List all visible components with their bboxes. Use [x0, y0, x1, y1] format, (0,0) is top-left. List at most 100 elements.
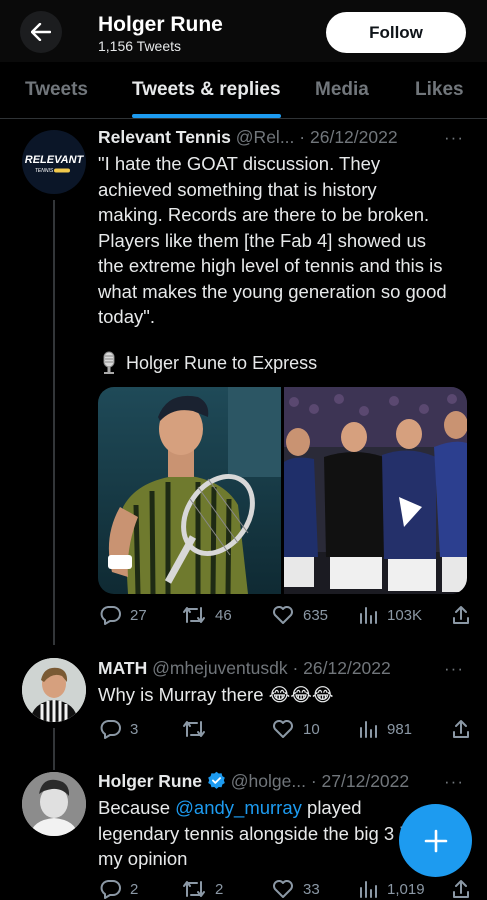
like-count: 635: [303, 606, 329, 624]
comment-icon: [100, 606, 121, 625]
like-count: 33: [303, 880, 320, 898]
mention-link[interactable]: @andy_murray: [175, 797, 302, 818]
avatar-holger-rune[interactable]: [22, 772, 86, 836]
share-button[interactable]: [452, 719, 470, 739]
compose-tweet-button[interactable]: [399, 804, 472, 877]
text-segment: played: [301, 797, 362, 818]
like-button[interactable]: 635: [272, 605, 328, 625]
views-button[interactable]: 103K: [358, 605, 422, 625]
laughing-emojis: 😂😂😂: [268, 684, 334, 705]
analytics-bars-icon: [360, 881, 377, 898]
tweet-text-line: my opinion: [98, 848, 188, 869]
analytics-bars-icon: [360, 721, 377, 738]
author-name[interactable]: MATH: [98, 658, 147, 678]
tweet-text: "I hate the GOAT discussion. They achiev…: [98, 151, 447, 330]
back-button[interactable]: [20, 11, 62, 53]
avatar-relevant-tennis[interactable]: RELEVANT TENNIS: [22, 130, 86, 194]
more-options-button[interactable]: ···: [444, 772, 464, 792]
comment-icon: [100, 880, 121, 899]
author-name[interactable]: Holger Rune: [98, 771, 202, 791]
tweet-text-line: today".: [98, 306, 155, 327]
retweet-count: 2: [215, 880, 224, 898]
svg-text:RELEVANT: RELEVANT: [25, 154, 85, 166]
more-options-button[interactable]: ···: [444, 659, 464, 679]
share-up-icon: [453, 880, 469, 898]
reply-button[interactable]: 3: [100, 719, 138, 739]
tweet-text: Why is Murray there 😂😂😂: [98, 682, 334, 708]
retweet-button[interactable]: 2: [182, 879, 223, 899]
quote-line: Holger Rune to Express: [100, 350, 317, 376]
share-up-icon: [453, 606, 469, 624]
quote-text: Holger Rune to Express: [126, 352, 318, 373]
microphone-icon: [103, 351, 115, 374]
tweet-date[interactable]: · 27/12/2022: [311, 771, 409, 791]
avatar-math[interactable]: [22, 658, 86, 722]
retweet-icon: [183, 607, 205, 623]
like-button[interactable]: 10: [272, 719, 320, 739]
reply-button[interactable]: 27: [100, 605, 147, 625]
comment-icon: [100, 720, 121, 739]
tweet-header: Relevant Tennis @Rel... · 26/12/2022: [98, 127, 398, 148]
profile-tabs: Tweets Tweets & replies Media Likes: [0, 62, 487, 119]
profile-header: Holger Rune 1,156 Tweets Follow: [0, 0, 487, 62]
tweet-date[interactable]: · 26/12/2022: [292, 658, 390, 678]
share-button[interactable]: [452, 879, 470, 899]
views-button[interactable]: 1,019: [358, 879, 425, 899]
tab-tweets[interactable]: Tweets: [25, 79, 88, 101]
avatar-photo: [22, 658, 86, 722]
tweet-media[interactable]: [98, 387, 467, 594]
more-options-button[interactable]: ···: [444, 128, 464, 148]
tweet-text-line: legendary tennis alongside the big 3 in: [98, 822, 414, 844]
profile-name: Holger Rune: [98, 13, 223, 36]
author-handle[interactable]: @holge...: [231, 771, 306, 791]
relevant-tennis-logo-icon: RELEVANT TENNIS: [25, 154, 85, 174]
tweet-text-line: making. Records are there to be broken.: [98, 204, 430, 225]
tweet-header: MATH @mhejuventusdk · 26/12/2022: [98, 658, 391, 679]
heart-icon: [273, 880, 293, 898]
author-handle[interactable]: @Rel...: [236, 127, 295, 147]
reply-count: 27: [130, 606, 147, 624]
views-count: 103K: [387, 606, 423, 624]
thread-connector: [53, 200, 55, 645]
tab-tweets-and-replies[interactable]: Tweets & replies: [132, 79, 281, 101]
photo-big-four-group[interactable]: [284, 387, 467, 594]
text-segment: Because: [98, 797, 176, 818]
views-count: 1,019: [387, 880, 425, 898]
active-tab-indicator: [132, 114, 281, 118]
share-button[interactable]: [452, 605, 470, 625]
views-button[interactable]: 981: [358, 719, 412, 739]
like-count: 10: [303, 720, 320, 738]
reply-button[interactable]: 2: [100, 879, 138, 899]
retweet-icon: [183, 881, 205, 897]
tweet-text-content: Why is Murray there: [98, 684, 264, 705]
tweet-text: Because @andy_murray played legendary te…: [98, 795, 414, 872]
tweet-text-line: what makes the young generation so good: [98, 280, 447, 302]
tweet-text-line: Players like them [the Fab 4] showed us: [98, 229, 427, 251]
tweet-header: Holger Rune @holge... · 27/12/2022: [98, 771, 409, 792]
tweet-text-line: achieved something that is history: [98, 178, 377, 200]
arrow-left-icon: [31, 23, 51, 41]
retweet-button[interactable]: 46: [182, 605, 232, 625]
tab-likes[interactable]: Likes: [415, 79, 464, 101]
author-name[interactable]: Relevant Tennis: [98, 127, 231, 147]
retweet-button[interactable]: [182, 719, 215, 739]
tweet-count: 1,156 Tweets: [98, 38, 182, 54]
tweet-text-line: Because @andy_murray played: [98, 795, 414, 821]
retweet-count: 46: [215, 606, 232, 624]
heart-icon: [273, 606, 293, 624]
tweet-date[interactable]: · 26/12/2022: [299, 127, 397, 147]
reply-count: 3: [130, 720, 139, 738]
tab-media[interactable]: Media: [315, 79, 369, 101]
heart-icon: [273, 720, 293, 738]
author-handle[interactable]: @mhejuventusdk: [152, 658, 287, 678]
share-up-icon: [453, 720, 469, 738]
svg-text:TENNIS: TENNIS: [35, 168, 54, 174]
reply-count: 2: [130, 880, 139, 898]
photo-player-serving[interactable]: [98, 387, 281, 594]
tweet-text-line: the extreme high level of tennis and thi…: [98, 255, 443, 276]
follow-button[interactable]: Follow: [326, 12, 466, 53]
tweet-text-line: "I hate the GOAT discussion. They: [98, 153, 381, 174]
thread-connector: [53, 728, 55, 770]
like-button[interactable]: 33: [272, 879, 320, 899]
analytics-bars-icon: [360, 607, 377, 624]
